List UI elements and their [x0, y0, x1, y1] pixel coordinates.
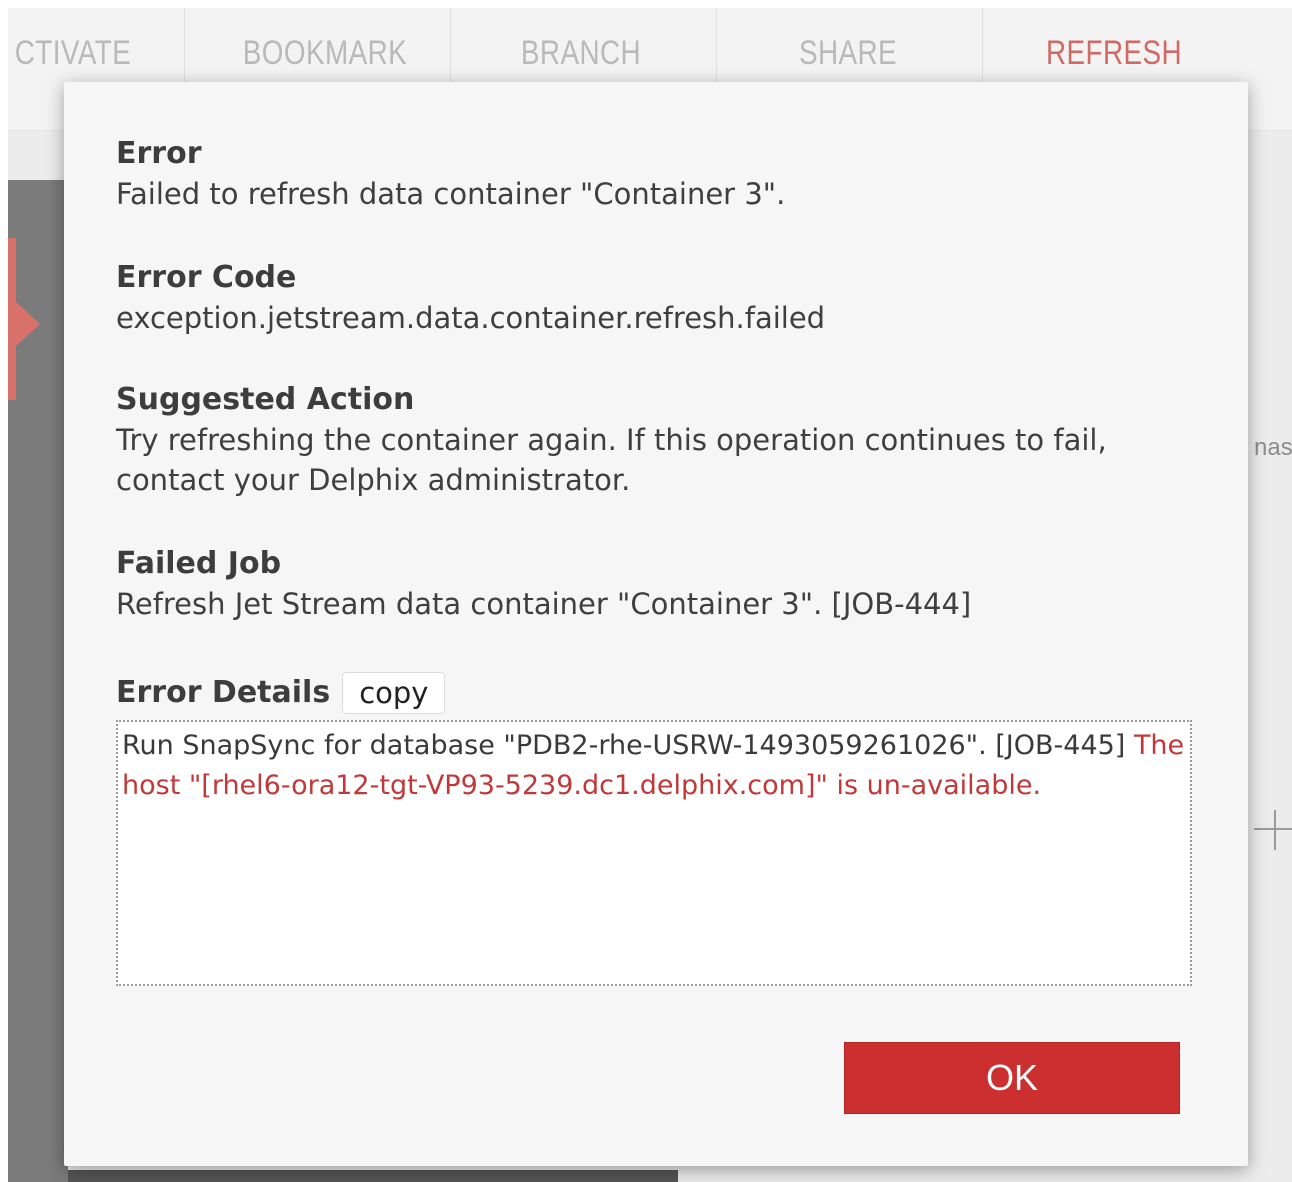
tab-divider: [716, 8, 717, 88]
error-heading: Error: [116, 136, 202, 171]
error-details-heading: Error Details: [116, 675, 331, 710]
tab-divider: [184, 8, 185, 88]
error-details-row: Error Details copy: [116, 672, 1186, 714]
plus-icon: [1254, 808, 1292, 852]
failed-job-text: Refresh Jet Stream data container "Conta…: [116, 587, 972, 621]
suggested-action-text: Try refreshing the container again. If t…: [116, 423, 1107, 497]
tab-divider: [450, 8, 451, 88]
selection-arrow-icon: [16, 302, 40, 346]
failed-job-section: Failed Job Refresh Jet Stream data conta…: [116, 544, 1186, 624]
error-details-textarea[interactable]: Run SnapSync for database "PDB2-rhe-USRW…: [116, 720, 1192, 986]
ok-button[interactable]: OK: [844, 1042, 1180, 1114]
copy-button[interactable]: copy: [342, 672, 446, 714]
ok-button-label: OK: [985, 1057, 1038, 1098]
tab-divider: [982, 8, 983, 88]
error-details-plain: Run SnapSync for database "PDB2-rhe-USRW…: [122, 730, 1126, 761]
selection-marker: [8, 238, 16, 400]
suggested-action-section: Suggested Action Try refreshing the cont…: [116, 380, 1186, 500]
error-code-heading: Error Code: [116, 260, 297, 295]
error-code-value: exception.jetstream.data.container.refre…: [116, 301, 826, 335]
error-dialog: Error Failed to refresh data container "…: [64, 82, 1248, 1166]
background-panel: [68, 1170, 678, 1182]
background-text: nas: [1254, 434, 1292, 461]
suggested-action-heading: Suggested Action: [116, 382, 415, 417]
failed-job-heading: Failed Job: [116, 546, 282, 581]
error-message: Failed to refresh data container "Contai…: [116, 177, 786, 211]
error-code-section: Error Code exception.jetstream.data.cont…: [116, 258, 1186, 338]
error-details-header: Error Details copy: [116, 672, 1186, 714]
error-section: Error Failed to refresh data container "…: [116, 134, 1186, 214]
